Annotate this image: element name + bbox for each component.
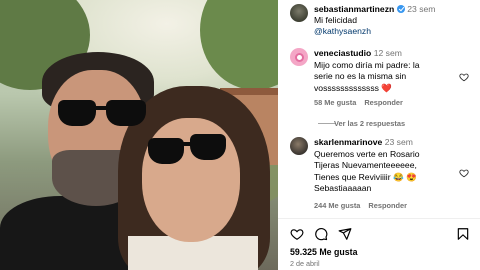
comment-text-line: Sebastiaaaaan [314, 183, 372, 194]
comment-text-line: Tienes que Reviviiiir 😂 😍 [314, 171, 417, 182]
caption-mention[interactable]: @kathysaenzh [314, 26, 371, 37]
post-likes-count[interactable]: 59.325 Me gusta [290, 247, 357, 257]
bookmark-icon[interactable] [456, 227, 470, 241]
post-photo[interactable] [0, 0, 278, 270]
comment-text-line: Tijeras Nuevamenteeeeee, [314, 160, 417, 171]
comment-time: 23 sem [384, 137, 413, 147]
caption-time: 23 sem [407, 4, 436, 14]
comment-meta: 58 Me gusta Responder [314, 98, 403, 107]
comment-username[interactable]: skarlenmarinove [314, 137, 382, 147]
commenter-avatar[interactable] [290, 137, 308, 155]
comment-likes[interactable]: 58 Me gusta [314, 98, 356, 107]
avatar-logo-icon [294, 52, 304, 62]
sunglasses-lens [106, 100, 146, 126]
comment-item: skarlenmarinove 23 sem Queremos verte en… [314, 137, 420, 195]
sunglasses-lens [190, 134, 226, 160]
sunglasses-bridge [182, 142, 192, 146]
comment-text-line: Queremos verte en Rosario [314, 148, 420, 159]
comment-text-line: Mijo como diría mi padre: la [314, 59, 420, 70]
sunglasses-lens [58, 100, 96, 126]
sunglasses-bridge [94, 106, 108, 110]
comment-like-heart-icon[interactable] [459, 72, 469, 82]
comment-like-heart-icon[interactable] [459, 168, 469, 178]
comment-text-line: vosssssssssssss ❤️ [314, 82, 393, 93]
view-replies-button[interactable]: Ver las 2 respuestas [334, 119, 405, 128]
heart-icon[interactable] [290, 227, 304, 241]
comment-likes[interactable]: 244 Me gusta [314, 201, 360, 210]
author-username[interactable]: sebastianmartinezn [314, 4, 394, 14]
reply-button[interactable]: Responder [368, 201, 407, 210]
comment-item: veneciastudio 12 sem Mijo como diría mi … [314, 48, 420, 94]
post-date: 2 de abril [290, 259, 320, 268]
comment-text-line: serie no es la misma sin [314, 71, 407, 82]
actions-divider [278, 218, 480, 219]
comment-meta: 244 Me gusta Responder [314, 201, 407, 210]
reply-button[interactable]: Responder [364, 98, 403, 107]
caption-text: Mi felicidad [314, 15, 357, 25]
caption-header: sebastianmartinezn 23 sem [314, 4, 435, 15]
comment-time: 12 sem [373, 48, 402, 58]
comment-icon[interactable] [314, 227, 328, 241]
share-icon[interactable] [338, 227, 352, 241]
comments-panel: sebastianmartinezn 23 sem Mi felicidad @k… [278, 0, 480, 270]
sunglasses-lens [148, 138, 184, 164]
comment-username[interactable]: veneciastudio [314, 48, 371, 58]
verified-badge-icon [397, 5, 406, 13]
author-avatar[interactable] [290, 4, 308, 22]
commenter-avatar[interactable] [290, 48, 308, 66]
